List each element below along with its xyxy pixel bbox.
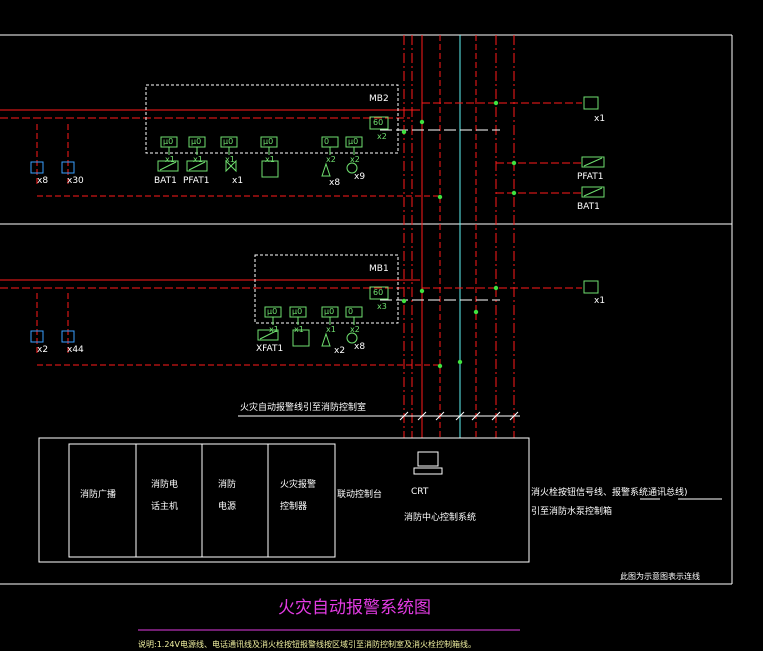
- right-label: PFAT1: [577, 172, 604, 182]
- alarm-bell-icon: [583, 280, 599, 294]
- module-mult: x2: [326, 155, 336, 164]
- mb2-label: MB2: [369, 94, 389, 104]
- module-label: 0: [348, 307, 354, 316]
- module-mult: x1: [225, 155, 235, 164]
- module-label: µ0: [267, 307, 278, 316]
- module-mult: x2: [350, 325, 360, 334]
- module-mult: x1: [294, 325, 304, 334]
- module-label: 0: [324, 137, 330, 146]
- call-point-slash: [583, 157, 603, 167]
- device-label: BAT1: [154, 176, 177, 186]
- center-label: 消防中心控制系统: [404, 513, 477, 523]
- module-mult: x1: [326, 325, 336, 334]
- right-count: x1: [594, 296, 606, 306]
- right-note: 消火栓按钮信号线、报警系统通讯总线): [531, 488, 688, 498]
- footnote: 说明:1.24V电源线、电话通讯线及消火栓按钮报警线按区域引至消防控制室及消火栓…: [138, 640, 476, 649]
- device-label: x8: [329, 178, 341, 188]
- monitor-base: [413, 467, 443, 475]
- left-count: x30: [67, 176, 84, 186]
- right-count: x1: [594, 114, 606, 124]
- device-label: x8: [354, 342, 366, 352]
- panel-cell-label: 话主机: [151, 502, 179, 512]
- device-label: PFAT1: [183, 176, 210, 186]
- module-label: µ0: [324, 307, 335, 316]
- junction-dot: [473, 309, 479, 315]
- right-note: 引至消防水泵控制箱: [531, 507, 613, 517]
- alarm-bell-icon: [583, 96, 599, 110]
- module-mult: x1: [269, 325, 279, 334]
- frame-note: 此图为示意图表示连线: [620, 572, 700, 581]
- module-label: µ0: [191, 137, 202, 146]
- bus-note: 火灾自动报警线引至消防控制室: [240, 403, 367, 413]
- panel-cell-label: 电源: [218, 502, 237, 512]
- diagram-title: 火灾自动报警系统图: [278, 598, 431, 618]
- panel-cell-label: 消防: [218, 480, 237, 490]
- device-label: x9: [354, 172, 366, 182]
- module-label: µ0: [292, 307, 303, 316]
- module-mult: x1: [265, 155, 275, 164]
- module-label: 60: [373, 118, 384, 127]
- mb1-label: MB1: [369, 264, 389, 274]
- panel-cell-label: 联动控制台: [337, 490, 383, 500]
- panel-cell-label: 消防广播: [80, 490, 117, 500]
- junction-dot: [437, 194, 443, 200]
- crt-label: CRT: [411, 487, 429, 497]
- control-room-box: [38, 437, 530, 563]
- module-label: µ0: [263, 137, 274, 146]
- module-mult: x3: [377, 302, 387, 311]
- junction-dot: [493, 285, 499, 291]
- device-label: x2: [334, 346, 346, 356]
- heat-detector-icon: [321, 162, 331, 177]
- device-label: x1: [232, 176, 244, 186]
- module-mult: x1: [193, 155, 203, 164]
- junction-dot: [457, 359, 463, 365]
- panel-cell-label: 火灾报警: [280, 480, 317, 490]
- junction-dot: [493, 100, 499, 106]
- panel-cell-label: 控制器: [280, 502, 308, 512]
- junction-dot: [401, 298, 407, 304]
- module-mult: x1: [165, 155, 175, 164]
- module-mult: x2: [350, 155, 360, 164]
- monitor-icon: [417, 451, 439, 467]
- module-label: µ0: [163, 137, 174, 146]
- panel-cell-label: 消防电: [151, 480, 179, 490]
- junction-dot: [511, 190, 517, 196]
- junction-dot: [419, 288, 425, 294]
- left-count: x44: [67, 345, 84, 355]
- right-label: BAT1: [577, 202, 600, 212]
- heat-detector-icon: [321, 332, 331, 347]
- left-count: x8: [37, 176, 49, 186]
- module-mult: x2: [377, 132, 387, 141]
- left-count: x2: [37, 345, 49, 355]
- module-label: 60: [373, 288, 384, 297]
- junction-dot: [437, 363, 443, 369]
- junction-dot: [511, 160, 517, 166]
- module-label: µ0: [223, 137, 234, 146]
- junction-dot: [401, 129, 407, 135]
- device-label: XFAT1: [256, 344, 284, 354]
- module-label: µ0: [348, 137, 359, 146]
- junction-dot: [419, 119, 425, 125]
- fire-alarm-system-diagram: µ0 x1 µ0 x1 µ0 x1 µ0 x1 0 x2 µ0 x2 60 x2 MB2 µ0 x1 µ0 x1 µ0…: [0, 0, 763, 651]
- call-point-slash: [583, 187, 603, 197]
